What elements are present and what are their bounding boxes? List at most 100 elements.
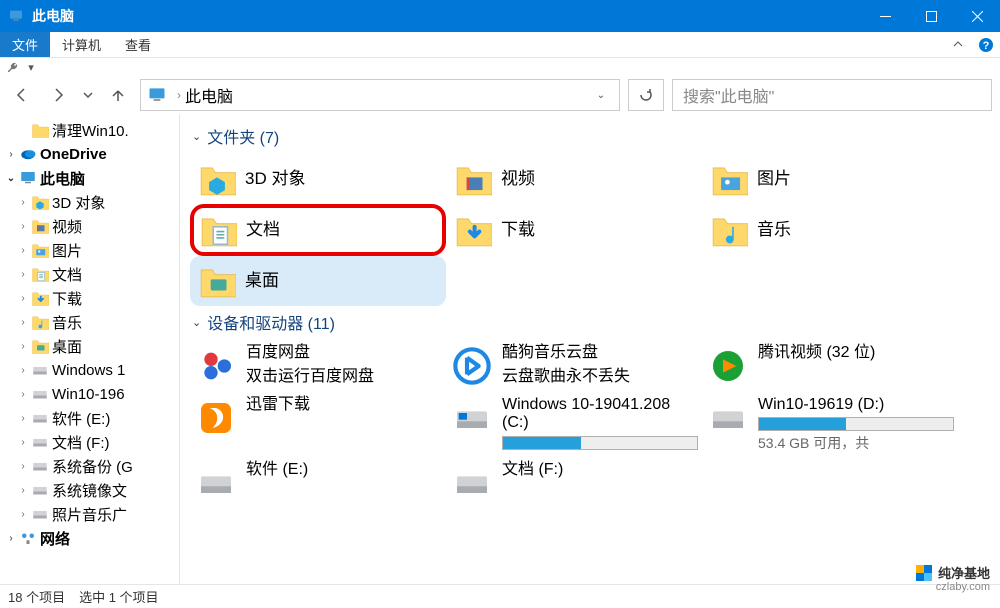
section-folders-title: 文件夹 (7)	[207, 124, 279, 148]
drive-item[interactable]: Win10-19619 (D:)53.4 GB 可用，共	[702, 392, 958, 457]
folder-item[interactable]: 桌面	[190, 256, 446, 306]
tree-item-label: 系统镜像文	[52, 480, 127, 501]
drive-usage-bar	[502, 436, 698, 450]
menu-view[interactable]: 查看	[113, 32, 163, 57]
tree-item[interactable]: ›桌面	[0, 334, 179, 358]
refresh-button[interactable]	[628, 79, 664, 111]
tree-item[interactable]: ›网络	[0, 526, 179, 550]
disk-icon	[31, 385, 49, 403]
drive-item[interactable]: 酷狗音乐云盘云盘歌曲永不丢失	[446, 340, 702, 392]
menubar: 文件 计算机 查看 ?	[0, 32, 1000, 58]
search-placeholder: 搜索"此电脑"	[683, 83, 774, 107]
tree-arrow-icon[interactable]: ›	[16, 317, 30, 328]
address-bar[interactable]: › 此电脑 ⌄	[140, 79, 620, 111]
folder-item[interactable]: 音乐	[702, 204, 958, 256]
tree-arrow-icon[interactable]: ›	[16, 365, 30, 376]
tree-arrow-icon[interactable]: ›	[16, 413, 30, 424]
drive-item[interactable]: Windows 10-19041.208 (C:)	[446, 392, 702, 457]
folder-label: 图片	[757, 169, 791, 189]
menu-computer[interactable]: 计算机	[50, 32, 113, 57]
onedrive-icon	[19, 145, 37, 163]
status-count: 18 个项目	[8, 587, 65, 606]
tree-item[interactable]: › 系统镜像文	[0, 478, 179, 502]
tree-item-label: 3D 对象	[52, 192, 105, 213]
close-button[interactable]	[954, 0, 1000, 32]
tree-item[interactable]: ›Win10-196	[0, 382, 179, 406]
drive-name: 酷狗音乐云盘	[502, 344, 698, 362]
drive-name: Windows 10-19041.208 (C:)	[502, 396, 698, 433]
tree-item[interactable]: ›软件 (E:)	[0, 406, 179, 430]
disk-icon	[31, 481, 49, 499]
tree-arrow-icon[interactable]: ⌄	[4, 173, 18, 184]
search-input[interactable]: 搜索"此电脑"	[672, 79, 992, 111]
watermark-text: 纯净基地	[938, 563, 990, 582]
tree-arrow-icon[interactable]: ›	[4, 149, 18, 160]
tree-arrow-icon[interactable]: ›	[16, 293, 30, 304]
ribbon-toggle[interactable]	[944, 32, 972, 57]
maximize-button[interactable]	[908, 0, 954, 32]
drive-item[interactable]: 文档 (F:)	[446, 457, 702, 509]
drive-item[interactable]: 百度网盘双击运行百度网盘	[190, 340, 446, 392]
downloads-icon	[31, 289, 49, 307]
tree-item[interactable]: ›音乐	[0, 310, 179, 334]
drive-name: Win10-19619 (D:)	[758, 396, 954, 414]
navigation-tree[interactable]: 清理Win10.›OneDrive⌄此电脑›3D 对象›视频›图片›文档›下载›…	[0, 114, 180, 584]
pc-icon	[147, 85, 167, 105]
tree-arrow-icon[interactable]: ›	[16, 389, 30, 400]
address-dropdown[interactable]: ⌄	[589, 90, 613, 101]
folder-item[interactable]: 下载	[446, 204, 702, 256]
section-folders-header[interactable]: ⌄ 文件夹 (7)	[192, 124, 990, 148]
folder-item[interactable]: 文档	[190, 204, 446, 256]
desktop-icon	[198, 262, 236, 300]
tree-arrow-icon[interactable]: ›	[16, 509, 30, 520]
drive-name: 迅雷下载	[246, 396, 442, 414]
tree-item[interactable]: ›视频	[0, 214, 179, 238]
drive-item[interactable]: 迅雷下载	[190, 392, 446, 457]
tree-arrow-icon[interactable]: ›	[16, 437, 30, 448]
tree-item[interactable]: ›图片	[0, 238, 179, 262]
network-icon	[19, 529, 37, 547]
tree-item[interactable]: › 3D 对象	[0, 190, 179, 214]
help-button[interactable]: ?	[972, 32, 1000, 57]
minimize-button[interactable]	[862, 0, 908, 32]
nav-back-button[interactable]	[8, 80, 36, 110]
tree-item[interactable]: ›文档 (F:)	[0, 430, 179, 454]
chevron-down-icon: ⌄	[192, 316, 201, 329]
tree-arrow-icon[interactable]: ›	[16, 341, 30, 352]
tree-arrow-icon[interactable]: ›	[16, 221, 30, 232]
tree-item[interactable]: ⌄此电脑	[0, 166, 179, 190]
menu-file[interactable]: 文件	[0, 32, 50, 57]
folder-item[interactable]: 图片	[702, 154, 958, 204]
qat-dropdown-icon[interactable]: ▾	[22, 59, 40, 75]
drive-item[interactable]: 腾讯视频 (32 位)	[702, 340, 958, 392]
tree-arrow-icon[interactable]: ›	[16, 245, 30, 256]
tree-item[interactable]: 清理Win10.	[0, 118, 179, 142]
folder-item[interactable]: 3D 对象	[190, 154, 446, 204]
tree-arrow-icon[interactable]: ›	[16, 269, 30, 280]
tree-arrow-icon[interactable]: ›	[16, 461, 30, 472]
chevron-down-icon: ⌄	[192, 130, 201, 143]
nav-up-button[interactable]	[104, 80, 132, 110]
tree-item[interactable]: ›文档	[0, 262, 179, 286]
kugou-icon	[452, 346, 492, 386]
tree-arrow-icon[interactable]: ›	[16, 197, 30, 208]
folder-icon	[31, 121, 49, 139]
qat-properties-icon[interactable]	[4, 59, 22, 75]
tree-item[interactable]: ›OneDrive	[0, 142, 179, 166]
window-title: 此电脑	[32, 6, 862, 26]
disk-icon	[31, 457, 49, 475]
tree-arrow-icon[interactable]: ›	[16, 485, 30, 496]
tree-item[interactable]: ›照片音乐广	[0, 502, 179, 526]
disk-icon	[31, 505, 49, 523]
drive-item[interactable]: 软件 (E:)	[190, 457, 446, 509]
address-location[interactable]: 此电脑	[185, 83, 233, 107]
folder-item[interactable]: 视频	[446, 154, 702, 204]
nav-recent-button[interactable]	[80, 80, 96, 110]
nav-forward-button[interactable]	[44, 80, 72, 110]
tree-item[interactable]: ›系统备份 (G	[0, 454, 179, 478]
tree-arrow-icon[interactable]: ›	[4, 533, 18, 544]
disk-icon	[31, 433, 49, 451]
section-drives-header[interactable]: ⌄ 设备和驱动器 (11)	[192, 310, 990, 334]
tree-item[interactable]: ›下载	[0, 286, 179, 310]
tree-item[interactable]: ›Windows 1	[0, 358, 179, 382]
